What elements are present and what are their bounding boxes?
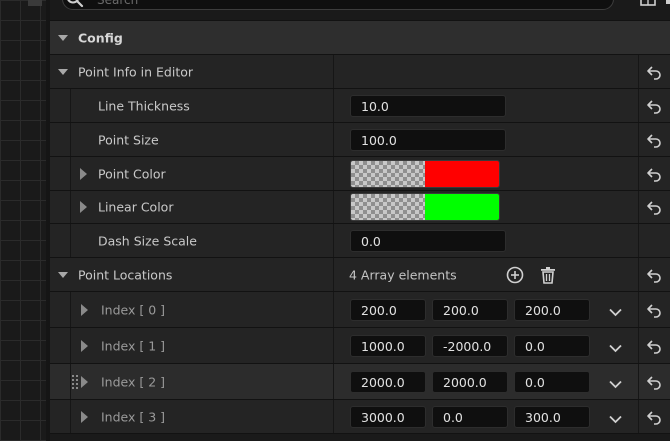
vector-z-input[interactable]: 0.0 xyxy=(514,370,590,393)
add-element-icon[interactable] xyxy=(506,266,524,287)
array-item-3: Index [ 3 ] 3000.0 0.0 300.0 xyxy=(50,399,670,434)
details-panel: Search Config Point Info in Editor Line … xyxy=(50,0,670,441)
array-index-label: Index [ 0 ] xyxy=(101,302,166,317)
reset-to-default-icon[interactable] xyxy=(646,374,662,393)
chevron-down-icon[interactable] xyxy=(609,377,622,392)
property-dash-size-scale: Dash Size Scale 0.0 xyxy=(50,223,670,257)
expand-arrow-icon[interactable] xyxy=(81,375,88,388)
chevron-down-icon[interactable] xyxy=(609,412,622,427)
alpha-checker xyxy=(351,160,425,187)
search-input[interactable]: Search xyxy=(62,0,614,10)
reset-to-default-icon[interactable] xyxy=(646,409,662,428)
vector-y-input[interactable]: 200.0 xyxy=(432,298,508,321)
reset-to-default-icon[interactable] xyxy=(646,267,662,286)
group-label: Point Info in Editor xyxy=(78,64,194,79)
array-item-1: Index [ 1 ] 1000.0 -2000.0 0.0 xyxy=(50,327,670,363)
alpha-checker xyxy=(351,194,425,220)
reset-to-default-icon[interactable] xyxy=(646,338,662,357)
property-linear-color: Linear Color xyxy=(50,190,670,223)
property-label: Linear Color xyxy=(98,199,174,215)
graph-grid-background xyxy=(0,0,46,441)
array-index-label: Index [ 2 ] xyxy=(101,374,166,389)
array-element-count: 4 Array elements xyxy=(349,267,457,282)
drag-handle-icon[interactable] xyxy=(72,374,78,393)
vector-z-input[interactable]: 0.0 xyxy=(514,334,590,357)
vector-x-input[interactable]: 1000.0 xyxy=(350,334,426,357)
reset-to-default-icon[interactable] xyxy=(646,199,662,218)
array-item-0: Index [ 0 ] 200.0 200.0 200.0 xyxy=(50,291,670,327)
vector-y-input[interactable]: 2000.0 xyxy=(432,370,508,393)
property-label: Point Color xyxy=(98,166,166,181)
point-color-swatch[interactable] xyxy=(350,159,500,188)
category-config[interactable]: Config xyxy=(50,20,670,54)
reset-to-default-icon[interactable] xyxy=(646,166,662,185)
dash-size-scale-input[interactable]: 0.0 xyxy=(350,229,506,252)
reset-to-default-icon[interactable] xyxy=(646,132,662,151)
linear-color-swatch[interactable] xyxy=(350,193,500,221)
group-point-locations[interactable]: Point Locations 4 Array elements xyxy=(50,257,670,291)
property-line-thickness: Line Thickness 10.0 xyxy=(50,88,670,122)
panel-edge-marker xyxy=(666,0,670,4)
array-item-2: Index [ 2 ] 2000.0 2000.0 0.0 xyxy=(50,363,670,399)
collapse-arrow-icon[interactable] xyxy=(58,271,68,278)
reset-to-default-icon[interactable] xyxy=(646,302,662,321)
color-fill xyxy=(425,194,499,220)
chevron-down-icon[interactable] xyxy=(609,305,622,320)
collapse-arrow-icon[interactable] xyxy=(58,34,68,41)
settings-icon[interactable] xyxy=(640,0,656,9)
vector-x-input[interactable]: 200.0 xyxy=(350,298,426,321)
expand-arrow-icon[interactable] xyxy=(81,411,88,423)
reset-to-default-icon[interactable] xyxy=(646,98,662,117)
point-size-input[interactable]: 100.0 xyxy=(350,128,506,151)
vector-x-input[interactable]: 2000.0 xyxy=(350,370,426,393)
property-label: Point Size xyxy=(98,132,159,147)
chevron-down-icon[interactable] xyxy=(609,341,622,356)
reset-to-default-icon[interactable] xyxy=(646,64,662,83)
expand-arrow-icon[interactable] xyxy=(81,339,88,352)
vector-y-input[interactable]: 0.0 xyxy=(432,406,508,428)
vector-y-input[interactable]: -2000.0 xyxy=(432,334,508,357)
vector-z-input[interactable]: 200.0 xyxy=(514,298,590,321)
panel-bottom-edge xyxy=(50,433,670,441)
vector-z-input[interactable]: 300.0 xyxy=(514,406,590,428)
search-bar: Search xyxy=(50,0,670,20)
color-fill xyxy=(425,160,499,187)
property-point-size: Point Size 100.0 xyxy=(50,122,670,156)
array-index-label: Index [ 1 ] xyxy=(101,338,166,353)
group-point-info[interactable]: Point Info in Editor xyxy=(50,54,670,88)
property-label: Line Thickness xyxy=(98,98,190,113)
vector-x-input[interactable]: 3000.0 xyxy=(350,406,426,428)
expand-arrow-icon[interactable] xyxy=(80,201,87,213)
group-label: Point Locations xyxy=(78,267,173,282)
expand-arrow-icon[interactable] xyxy=(80,167,87,180)
expand-arrow-icon[interactable] xyxy=(81,303,88,316)
search-icon xyxy=(66,0,84,11)
category-label: Config xyxy=(78,30,123,45)
graph-corner-marker xyxy=(28,0,42,6)
property-label: Dash Size Scale xyxy=(98,233,197,248)
delete-all-icon[interactable] xyxy=(539,266,557,287)
line-thickness-input[interactable]: 10.0 xyxy=(350,94,506,117)
array-index-label: Index [ 3 ] xyxy=(101,409,166,425)
collapse-arrow-icon[interactable] xyxy=(58,68,68,75)
property-point-color: Point Color xyxy=(50,156,670,190)
